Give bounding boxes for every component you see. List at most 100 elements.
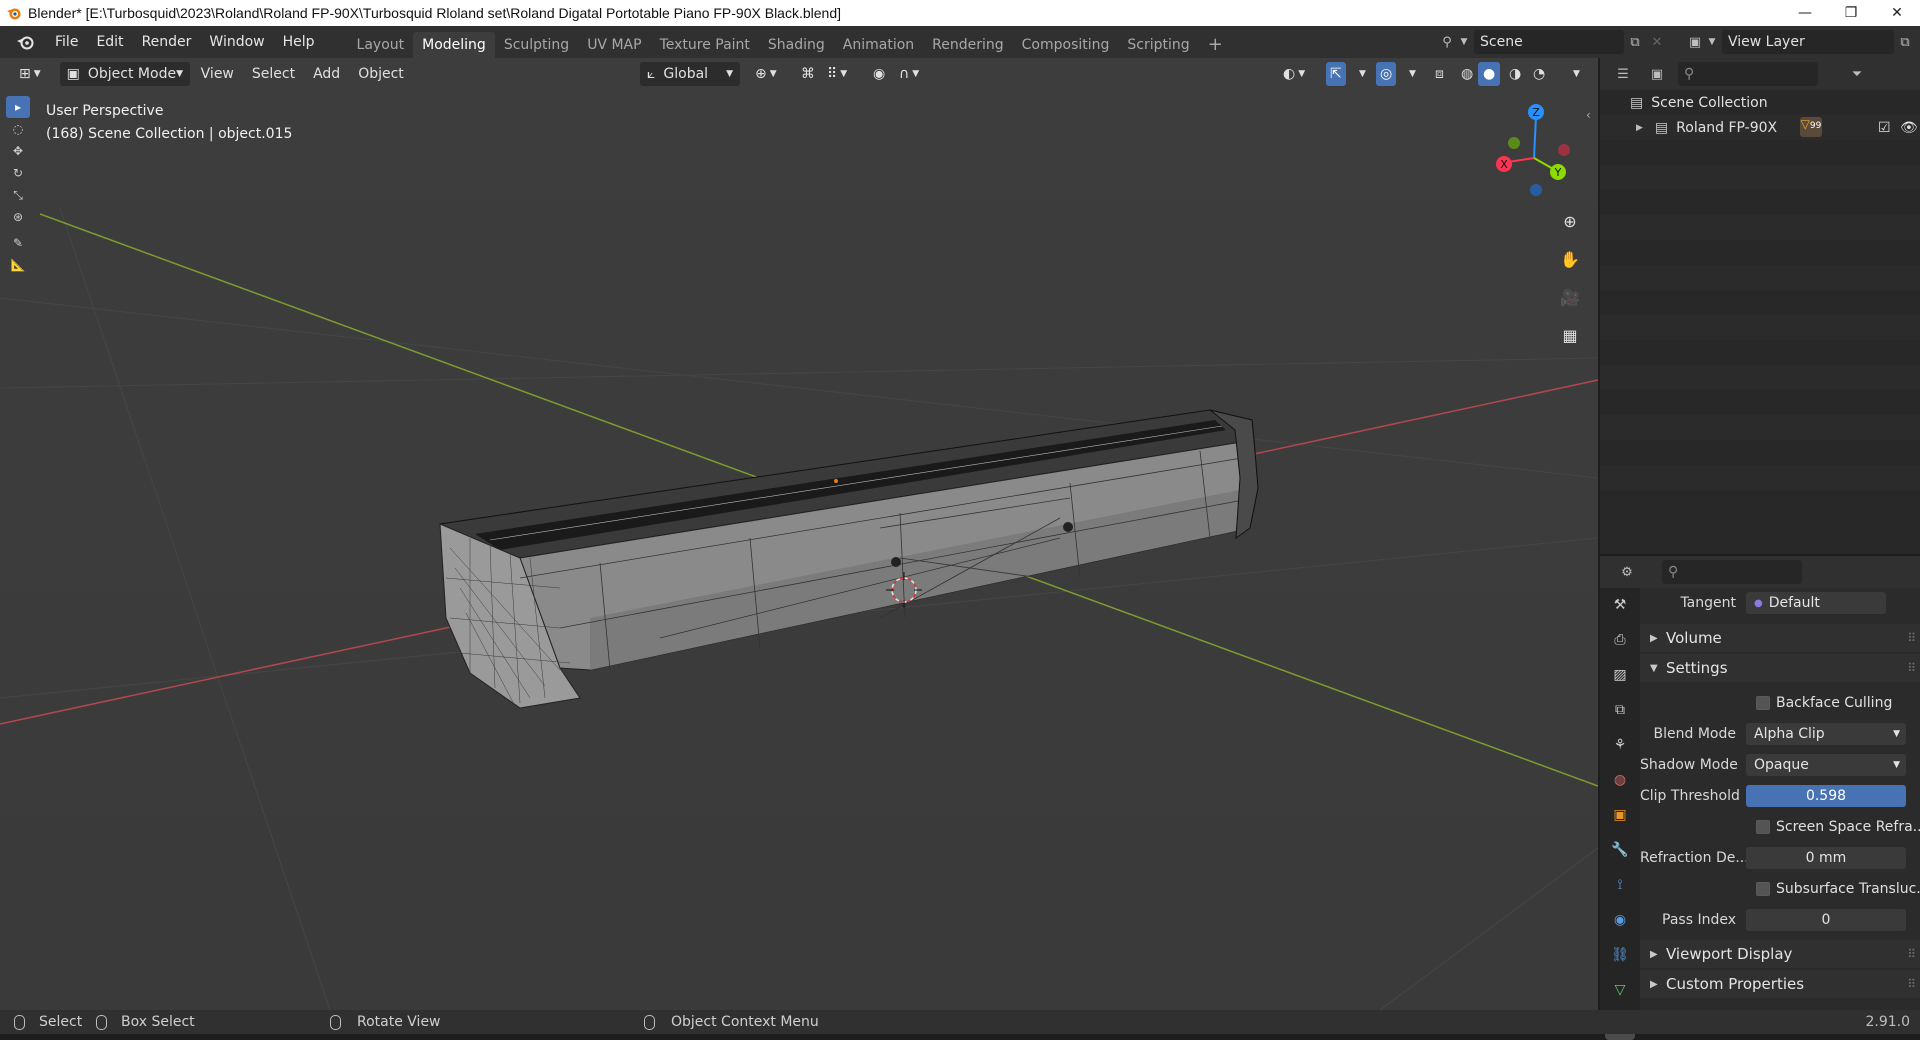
viewport-display-panel-header[interactable]: ▶ Viewport Display ⠿ [1640,940,1920,968]
scene-name-field[interactable]: Scene [1474,30,1624,54]
menu-render[interactable]: Render [133,26,201,58]
drag-handle-icon[interactable]: ⠿ [1907,631,1916,645]
solid-shading-icon[interactable]: ● [1478,62,1501,86]
scene-tab-icon[interactable]: ⚘ [1605,730,1635,760]
menu-help[interactable]: Help [274,26,324,58]
close-button[interactable]: ✕ [1874,0,1920,26]
viewport-menu-object[interactable]: Object [349,66,413,82]
view-layer-icon[interactable]: ▣ [1684,31,1706,53]
object-mode-dropdown[interactable]: ▣ Object Mode ▼ [59,62,190,86]
viewport-menu-add[interactable]: Add [304,66,349,82]
tab-shading[interactable]: Shading [759,32,834,58]
cursor-tool-icon[interactable]: ◌ [6,118,30,140]
remove-view-layer-icon[interactable]: ✕ [1916,31,1920,53]
menu-edit[interactable]: Edit [87,26,132,58]
shading-dropdown-icon[interactable]: ▼ [1566,62,1587,86]
overlays-dropdown-icon[interactable]: ▼ [1402,62,1423,86]
navigation-gizmo[interactable]: Z X Y [1488,98,1578,198]
visibility-eye-icon[interactable]: 👁 [1900,120,1918,136]
view-layer-field[interactable]: View Layer [1722,30,1894,54]
rendered-shading-icon[interactable]: ◔ [1526,62,1552,86]
ortho-grid-icon[interactable]: ▦ [1555,320,1585,350]
exclude-checkbox-icon[interactable]: ☑ [1878,120,1891,136]
editor-type-button[interactable]: ⊞ ▼ [12,62,48,86]
tab-compositing[interactable]: Compositing [1013,32,1119,58]
data-tab-icon[interactable]: ▽ [1605,975,1635,1005]
overlays-toggle-icon[interactable]: ◎ [1376,62,1397,86]
menu-window[interactable]: Window [200,26,273,58]
falloff-icon[interactable]: ∩ ▼ [892,62,926,86]
subsurface-translucency-row[interactable]: Subsurface Transluc... [1756,876,1920,902]
blend-mode-dropdown[interactable]: Alpha Clip ▼ [1746,723,1906,745]
camera-view-icon[interactable]: 🎥 [1555,282,1585,312]
modifier-tab-icon[interactable]: 🔧 [1605,835,1635,865]
outliner-search-input[interactable]: ⚲ [1678,62,1818,86]
refraction-depth-field[interactable]: 0 mm [1746,847,1906,869]
tab-uv-map[interactable]: UV MAP [578,32,650,58]
tangent-field[interactable]: ● Default [1746,592,1886,614]
filter-icon[interactable]: ⏷ [1846,63,1868,85]
drag-handle-icon[interactable]: ⠿ [1907,977,1916,991]
pan-hand-icon[interactable]: ✋ [1555,244,1585,274]
screen-space-refraction-row[interactable]: Screen Space Refra... [1756,814,1920,840]
pivot-point-button[interactable]: ⊕ ▼ [748,62,784,86]
gizmo-toggle-icon[interactable]: ⇱ [1326,62,1346,86]
world-tab-icon[interactable]: ◍ [1605,765,1635,795]
view-layer-tab-icon[interactable]: ⧉ [1605,695,1635,725]
menu-file[interactable]: File [46,26,87,58]
transform-tool-icon[interactable]: ⊛ [6,206,30,228]
drag-handle-icon[interactable]: ⠿ [1907,661,1916,675]
transform-orientation-dropdown[interactable]: ⟀ Global ▼ [640,62,740,86]
shadow-mode-dropdown[interactable]: Opaque ▼ [1746,754,1906,776]
tab-layout[interactable]: Layout [348,32,414,58]
measure-tool-icon[interactable]: 📐 [6,254,30,276]
subsurface-translucency-checkbox[interactable] [1756,882,1770,896]
new-view-layer-icon[interactable]: ⧉ [1894,31,1916,53]
tab-scripting[interactable]: Scripting [1118,32,1198,58]
scale-tool-icon[interactable]: ⤡ [6,184,30,206]
remove-scene-icon[interactable]: ✕ [1646,31,1668,53]
xray-toggle-icon[interactable]: ⧈ [1428,62,1451,86]
tool-tab-icon[interactable]: ⚒ [1605,590,1635,620]
3d-viewport[interactable]: ⊞ ▼ ▣ Object Mode ▼ View Select Add Objec… [0,58,1598,1010]
display-mode-icon[interactable]: ▣ [1646,63,1668,85]
drag-handle-icon[interactable]: ⠿ [1907,947,1916,961]
zoom-icon[interactable]: ⊕ [1555,206,1585,236]
sidebar-toggle-icon[interactable]: ‹ [1586,108,1591,122]
constraints-tab-icon[interactable]: ⛓ [1605,940,1635,970]
annotate-tool-icon[interactable]: ✎ [6,232,30,254]
tab-modeling[interactable]: Modeling [413,32,495,58]
settings-panel-header[interactable]: ▼ Settings ⠿ [1640,654,1920,682]
snap-toggle-icon[interactable]: ⌘ [794,62,822,86]
properties-search-input[interactable]: ⚲ [1662,560,1802,584]
tab-rendering[interactable]: Rendering [923,32,1013,58]
rotate-tool-icon[interactable]: ↻ [6,162,30,184]
add-workspace-button[interactable]: + [1199,32,1232,58]
backface-culling-row[interactable]: Backface Culling [1756,690,1892,716]
wireframe-shading-icon[interactable]: ◍ [1454,62,1480,86]
viewport-menu-select[interactable]: Select [243,66,304,82]
tab-sculpting[interactable]: Sculpting [495,32,578,58]
tab-texture-paint[interactable]: Texture Paint [651,32,759,58]
select-box-tool-icon[interactable]: ▸ [6,96,30,118]
proportional-edit-icon[interactable]: ◉ [866,62,892,86]
render-tab-icon[interactable]: ⎙ [1605,625,1635,655]
material-preview-icon[interactable]: ◑ [1502,62,1528,86]
outliner-item-roland[interactable]: ▶ ▤ Roland FP-90X ▽99 ☑ 👁 [1600,115,1920,140]
clip-threshold-slider[interactable]: 0.598 [1746,785,1906,807]
maximize-button[interactable]: ❐ [1828,0,1874,26]
custom-properties-panel-header[interactable]: ▶ Custom Properties ⠿ [1640,970,1920,998]
properties-editor-icon[interactable]: ⚙ [1616,561,1638,583]
tab-animation[interactable]: Animation [834,32,923,58]
gizmo-dropdown-icon[interactable]: ▼ [1352,62,1373,86]
scene-selector-icon[interactable]: ⚲ [1436,31,1458,53]
pass-index-field[interactable]: 0 [1746,909,1906,931]
volume-panel-header[interactable]: ▶ Volume ⠿ [1640,624,1920,652]
new-scene-icon[interactable]: ⧉ [1624,31,1646,53]
viewport-menu-view[interactable]: View [192,66,243,82]
expand-arrow-icon[interactable]: ▶ [1636,123,1643,133]
minimize-button[interactable]: — [1782,0,1828,26]
visibility-selectability-icon[interactable]: ◐ ▼ [1276,62,1312,86]
move-tool-icon[interactable]: ✥ [6,140,30,162]
scene-collection-row[interactable]: ▤ Scene Collection [1600,90,1920,115]
